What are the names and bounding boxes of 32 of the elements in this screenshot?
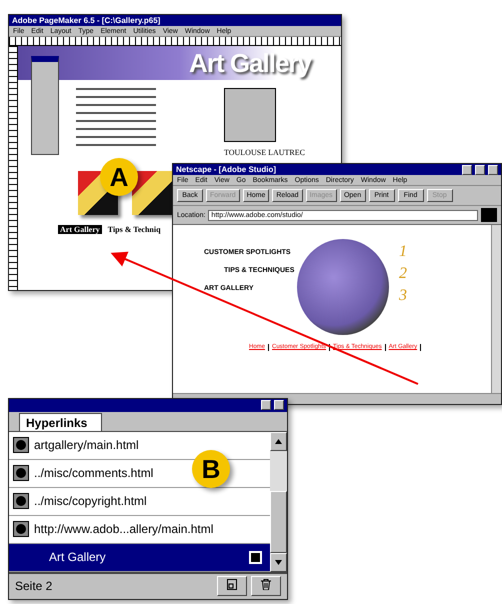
number-label: 1 [399, 243, 407, 261]
minimize-button[interactable] [462, 164, 472, 174]
hyperlink-row[interactable]: ../misc/copyright.html [9, 488, 270, 516]
page-label: Seite 2 [15, 579, 54, 594]
window-title: Adobe PageMaker 6.5 - [C:\Gallery.p65] [12, 16, 162, 25]
page-icon [227, 579, 237, 590]
down-arrow-icon [275, 560, 282, 565]
page-link[interactable]: Tips & Techniq [106, 225, 163, 234]
number-label: 3 [399, 287, 407, 305]
photo-placeholder [132, 171, 172, 215]
up-arrow-icon [275, 438, 282, 444]
banner-title: Art Gallery [189, 48, 311, 78]
new-page-button[interactable] [217, 576, 247, 596]
hyperlinks-tab[interactable]: Hyperlinks [19, 412, 102, 431]
photo-placeholder [224, 88, 276, 142]
caption: TOULOUSE LAUTREC [224, 148, 305, 157]
close-button[interactable] [274, 400, 284, 410]
page-link[interactable]: Art Gallery [58, 225, 102, 234]
scroll-up-button[interactable] [270, 432, 287, 451]
hyperlink-row[interactable]: Art Gallery [9, 544, 270, 572]
scroll-thumb[interactable] [270, 490, 287, 553]
window-title: Netscape - [Adobe Studio] [176, 165, 278, 174]
maximize-button[interactable] [475, 164, 485, 174]
close-button[interactable] [488, 164, 498, 174]
trash-icon [261, 579, 271, 590]
minimize-button[interactable] [261, 400, 271, 410]
number-label: 2 [399, 265, 407, 283]
hyperlink-row[interactable]: artgallery/main.html [9, 432, 270, 460]
hyperlink-row[interactable]: http://www.adob...allery/main.html [9, 516, 270, 544]
trash-button[interactable] [251, 576, 281, 596]
anchor-icon [249, 550, 262, 564]
scroll-down-button[interactable] [270, 552, 287, 572]
